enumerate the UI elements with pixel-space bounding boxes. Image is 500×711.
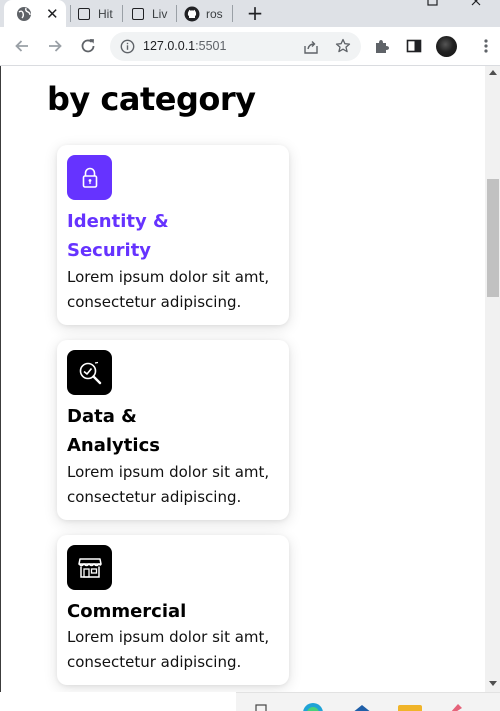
reload-button[interactable] [77, 35, 99, 57]
tab-separator [232, 5, 233, 22]
side-panel-button[interactable] [403, 35, 425, 57]
back-button[interactable] [11, 35, 33, 57]
tab-ros[interactable]: ros [180, 0, 230, 27]
forward-button[interactable] [44, 35, 66, 57]
card-text-line: consectetur adipiscing. [67, 653, 242, 671]
card-text-line: consectetur adipiscing. [67, 488, 242, 506]
tab-liv[interactable]: Liv [126, 0, 174, 27]
tab-separator [122, 5, 123, 22]
close-window-icon[interactable] [470, 0, 484, 6]
puzzle-icon [376, 40, 389, 53]
kebab-menu-icon [484, 39, 488, 53]
tab-separator [70, 5, 71, 22]
taskbar-strip [236, 692, 500, 711]
card-title: Commercial [67, 601, 187, 622]
card-text-line: Lorem ipsum dolor sit amt, [67, 268, 270, 286]
tab-strip: ✕ Hit Liv ros + [0, 0, 500, 27]
edge-browser-icon [303, 703, 323, 711]
tab-separator [176, 5, 177, 22]
page-viewport: by category Identity & Security Lorem ip… [0, 66, 500, 692]
card-title-line: Analytics [67, 435, 160, 456]
page-scrollbar[interactable] [485, 66, 500, 692]
card-title-line: Security [67, 240, 152, 261]
address-bar[interactable]: 127.0.0.1:5501 [110, 32, 361, 61]
page-icon [130, 6, 146, 22]
tab-title: Liv [152, 6, 168, 21]
profile-avatar[interactable] [436, 36, 457, 57]
card-title-line: Data & [67, 406, 137, 427]
new-tab-button[interactable]: + [244, 2, 266, 24]
url-port: :5501 [195, 39, 227, 53]
scroll-thumb[interactable] [487, 179, 499, 297]
scroll-down-arrow-icon[interactable] [489, 681, 497, 686]
tab-title: ros [206, 6, 223, 21]
browser-toolbar: 127.0.0.1:5501 [0, 27, 500, 66]
taskview-icon [255, 704, 267, 711]
card-description: Lorem ipsum dolor sit amt, consectetur a… [67, 265, 287, 315]
card-description: Lorem ipsum dolor sit amt, consectetur a… [67, 460, 287, 510]
os-taskbar [0, 692, 500, 711]
github-icon [184, 6, 200, 22]
scroll-up-arrow-icon[interactable] [489, 70, 497, 75]
extensions-button[interactable] [371, 35, 393, 57]
analytics-magnifier-icon [67, 350, 112, 395]
card-text-line: Lorem ipsum dolor sit amt, [67, 628, 270, 646]
tab-hit[interactable]: Hit [72, 0, 120, 27]
tab-close-icon[interactable]: ✕ [46, 5, 59, 23]
forward-arrow-icon [49, 40, 62, 52]
card-title-line: Identity & [67, 211, 169, 232]
app-pencil-icon [451, 704, 462, 711]
side-panel-icon [406, 39, 422, 53]
restore-window-icon[interactable] [426, 0, 440, 6]
card-text-line: Lorem ipsum dolor sit amt, [67, 463, 270, 481]
section-heading: by category [47, 80, 256, 118]
page-icon [76, 6, 92, 22]
globe-icon [16, 6, 32, 22]
reload-icon [81, 39, 95, 53]
menu-button[interactable] [475, 35, 497, 57]
card-text-line: consectetur adipiscing. [67, 293, 242, 311]
category-card-identity-security[interactable]: Identity & Security Lorem ipsum dolor si… [57, 145, 289, 325]
app-hexagon-icon [354, 705, 370, 711]
tab-title: Hit [98, 6, 113, 21]
card-description: Lorem ipsum dolor sit amt, consectetur a… [67, 625, 287, 675]
category-card-commercial[interactable]: Commercial Lorem ipsum dolor sit amt, co… [57, 535, 289, 685]
card-title: Data & Analytics [67, 402, 217, 460]
category-card-data-analytics[interactable]: Data & Analytics Lorem ipsum dolor sit a… [57, 340, 289, 520]
back-arrow-icon [15, 40, 28, 52]
tab-active[interactable]: ✕ [4, 0, 66, 27]
bookmark-star-icon[interactable] [335, 38, 351, 58]
lock-icon [67, 155, 112, 200]
card-title: Identity & Security [67, 207, 217, 265]
storefront-icon [67, 545, 112, 590]
share-icon[interactable] [303, 39, 319, 59]
url-text[interactable]: 127.0.0.1:5501 [143, 39, 226, 53]
url-host: 127.0.0.1 [143, 39, 196, 53]
file-explorer-icon [398, 705, 422, 711]
site-info-icon[interactable] [120, 39, 135, 58]
